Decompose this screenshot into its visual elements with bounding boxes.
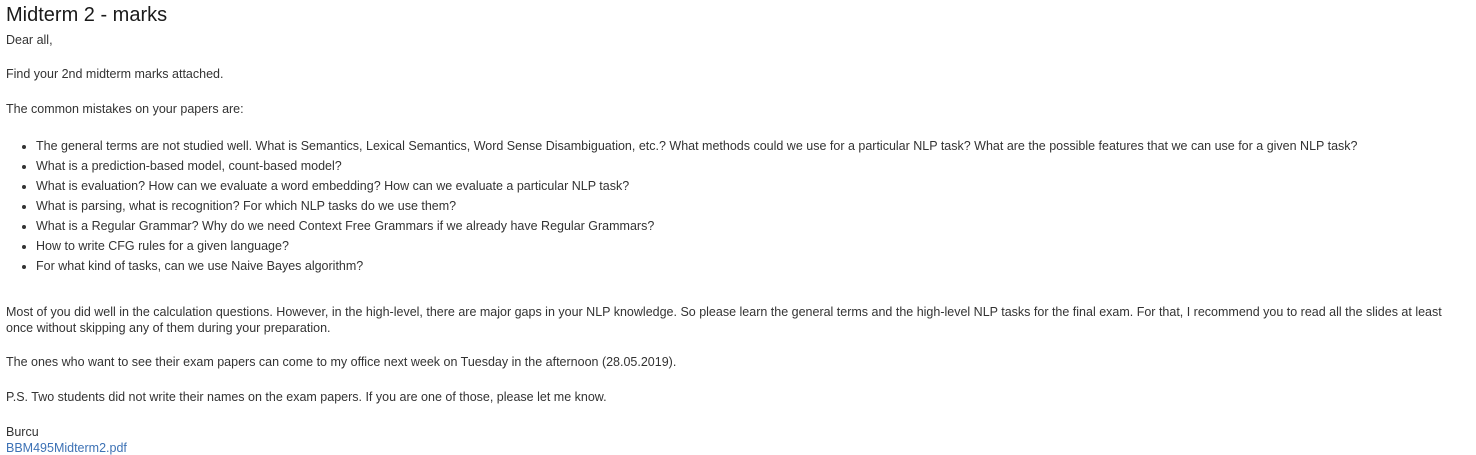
announcement-post: Midterm 2 - marks Dear all, Find your 2n…	[0, 0, 1476, 455]
list-item: What is evaluation? How can we evaluate …	[36, 176, 1470, 196]
signature-text: Burcu	[6, 425, 39, 439]
list-item: The general terms are not studied well. …	[36, 136, 1470, 156]
list-item: What is a Regular Grammar? Why do we nee…	[36, 216, 1470, 236]
feedback-text: Most of you did well in the calculation …	[6, 305, 1442, 335]
list-item: What is a prediction-based model, count-…	[36, 156, 1470, 176]
post-title: Midterm 2 - marks	[6, 4, 168, 26]
greeting-text: Dear all,	[6, 33, 53, 47]
list-item: How to write CFG rules for a given langu…	[36, 236, 1470, 256]
list-item: For what kind of tasks, can we use Naive…	[36, 256, 1470, 276]
list-item: What is parsing, what is recognition? Fo…	[36, 196, 1470, 216]
ps-text: P.S. Two students did not write their na…	[6, 390, 607, 404]
mistakes-heading: The common mistakes on your papers are:	[6, 102, 244, 116]
mistakes-list: The general terms are not studied well. …	[6, 136, 1470, 276]
attachment-link[interactable]: BBM495Midterm2.pdf	[6, 440, 127, 455]
post-body: Dear all, Find your 2nd midterm marks at…	[6, 32, 1470, 455]
office-hours-text: The ones who want to see their exam pape…	[6, 355, 677, 369]
intro-text: Find your 2nd midterm marks attached.	[6, 67, 224, 81]
